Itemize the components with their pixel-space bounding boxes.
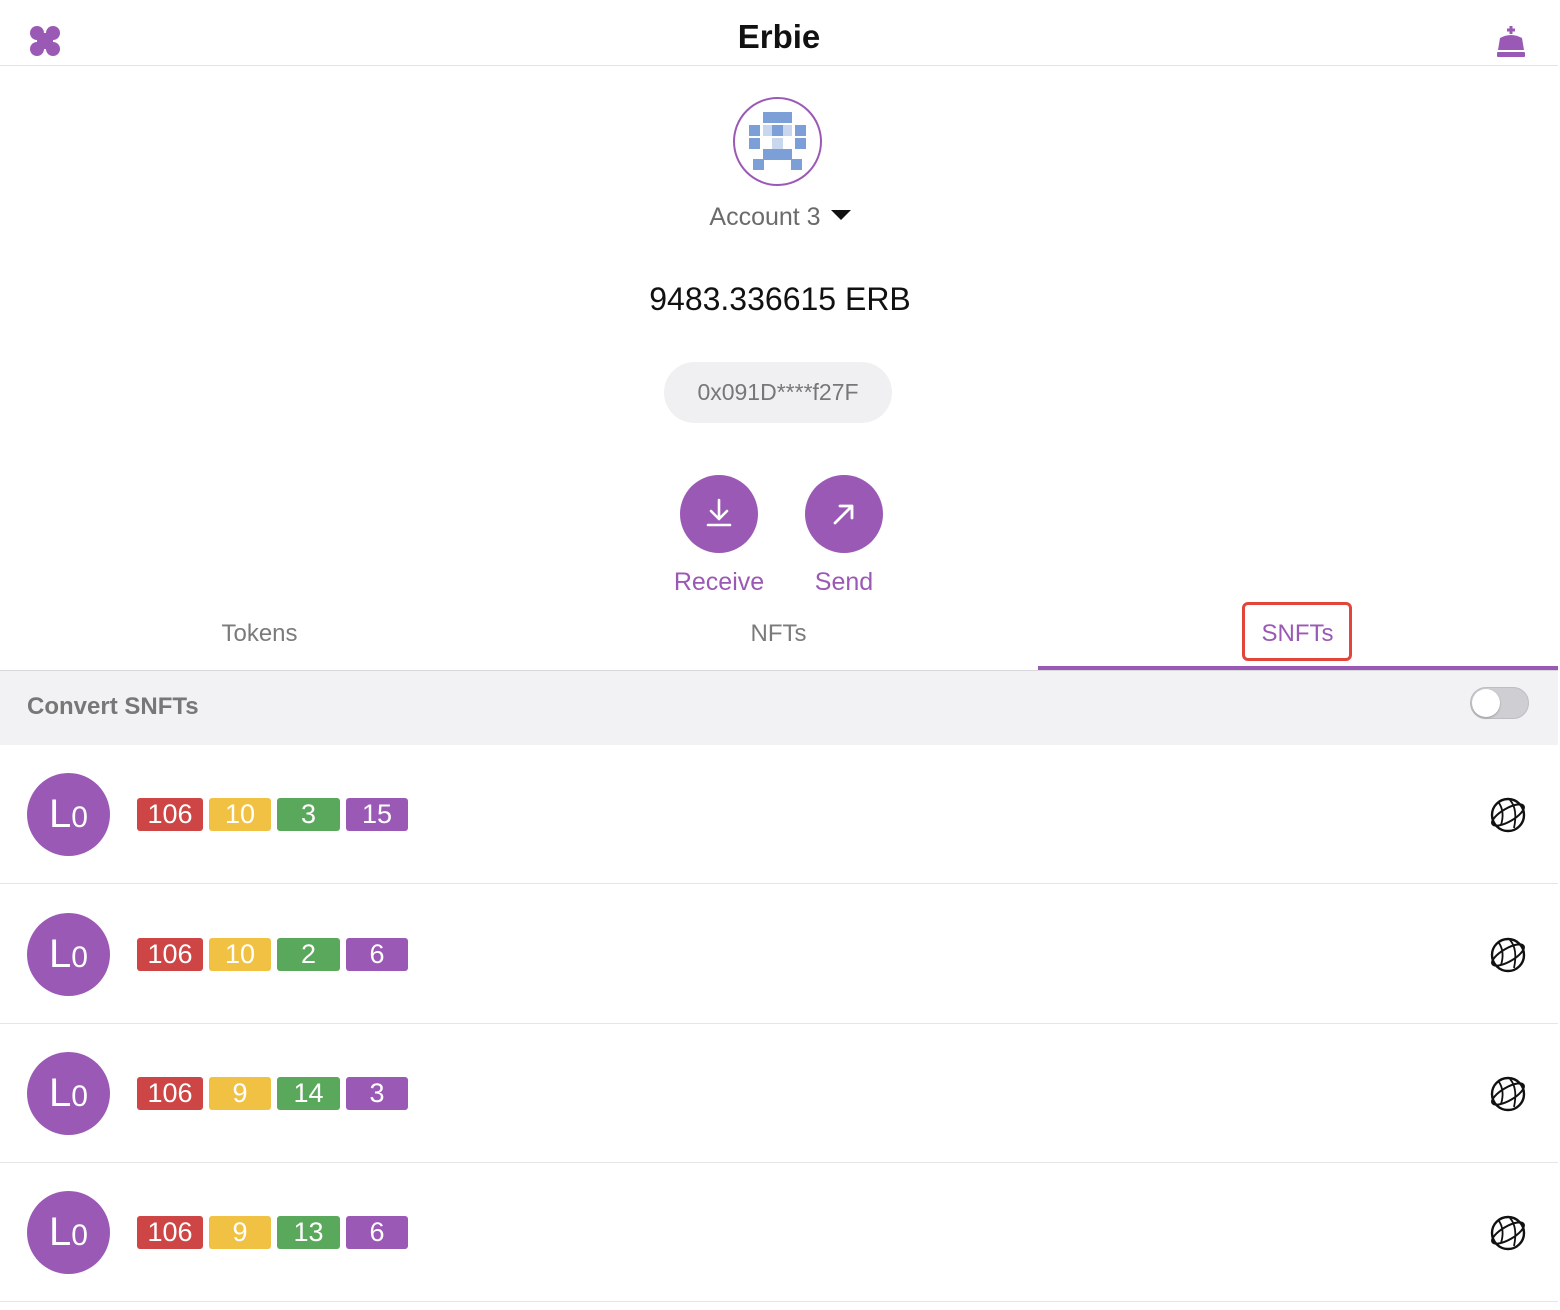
download-icon: [706, 498, 732, 527]
badge-yellow: 9: [209, 1216, 271, 1249]
globe-explorer-icon[interactable]: [1488, 1213, 1528, 1253]
app-title: Erbie: [737, 18, 821, 55]
badge-yellow: 10: [209, 938, 271, 971]
snft-row[interactable]: L0 106 9 14 3: [0, 1024, 1558, 1163]
badge-red: 106: [137, 1216, 203, 1249]
account-name-label: Account 3: [709, 203, 821, 231]
badge-purple: 3: [346, 1077, 408, 1110]
badge-red: 106: [137, 938, 203, 971]
convert-snfts-toggle[interactable]: [1470, 687, 1529, 719]
badge-purple: 6: [346, 938, 408, 971]
identicon-icon: [749, 112, 806, 170]
globe-explorer-icon[interactable]: [1488, 935, 1528, 975]
snft-avatar: L0: [27, 1191, 110, 1274]
convert-snfts-bar: Convert SNFTs: [0, 671, 1558, 745]
app-header: Erbie: [0, 0, 1558, 66]
toggle-knob: [1472, 689, 1500, 717]
active-tab-indicator: [1038, 666, 1558, 670]
snft-avatar: L0: [27, 913, 110, 996]
caret-down-icon: [830, 210, 851, 220]
badge-red: 106: [137, 1077, 203, 1110]
convert-snfts-label: Convert SNFTs: [27, 693, 199, 720]
badge-purple: 15: [346, 798, 408, 831]
globe-explorer-icon[interactable]: [1488, 1074, 1528, 1114]
badge-yellow: 9: [209, 1077, 271, 1110]
snft-row[interactable]: L0 106 10 3 15: [0, 745, 1558, 884]
badge-green: 13: [277, 1216, 340, 1249]
receive-label[interactable]: Receive: [649, 568, 789, 597]
crown-icon[interactable]: [1494, 26, 1528, 58]
tab-nfts[interactable]: NFTs: [519, 600, 1038, 670]
account-selector[interactable]: Account 3: [0, 203, 1560, 232]
badge-yellow: 10: [209, 798, 271, 831]
account-balance: 9483.336615 ERB: [649, 281, 911, 317]
account-avatar[interactable]: [733, 97, 822, 186]
highlight-box: [1242, 602, 1352, 661]
arrow-up-right-icon: [833, 504, 854, 525]
badge-red: 106: [137, 798, 203, 831]
tab-tokens[interactable]: Tokens: [0, 600, 519, 670]
badge-green: 3: [277, 798, 340, 831]
send-label[interactable]: Send: [774, 568, 914, 597]
snft-row[interactable]: L0 106 9 13 6: [0, 1163, 1558, 1302]
wallet-page: Erbie Account 3 9483.336615 ERB 0x091D**…: [0, 0, 1560, 1310]
snft-row[interactable]: L0 106 10 2 6: [0, 885, 1558, 1024]
address-pill[interactable]: 0x091D****f27F: [664, 362, 892, 423]
badge-purple: 6: [346, 1216, 408, 1249]
receive-button[interactable]: [680, 475, 758, 553]
badge-green: 14: [277, 1077, 340, 1110]
send-button[interactable]: [805, 475, 883, 553]
snft-avatar: L0: [27, 773, 110, 856]
badge-green: 2: [277, 938, 340, 971]
globe-explorer-icon[interactable]: [1488, 795, 1528, 835]
snft-avatar: L0: [27, 1052, 110, 1135]
